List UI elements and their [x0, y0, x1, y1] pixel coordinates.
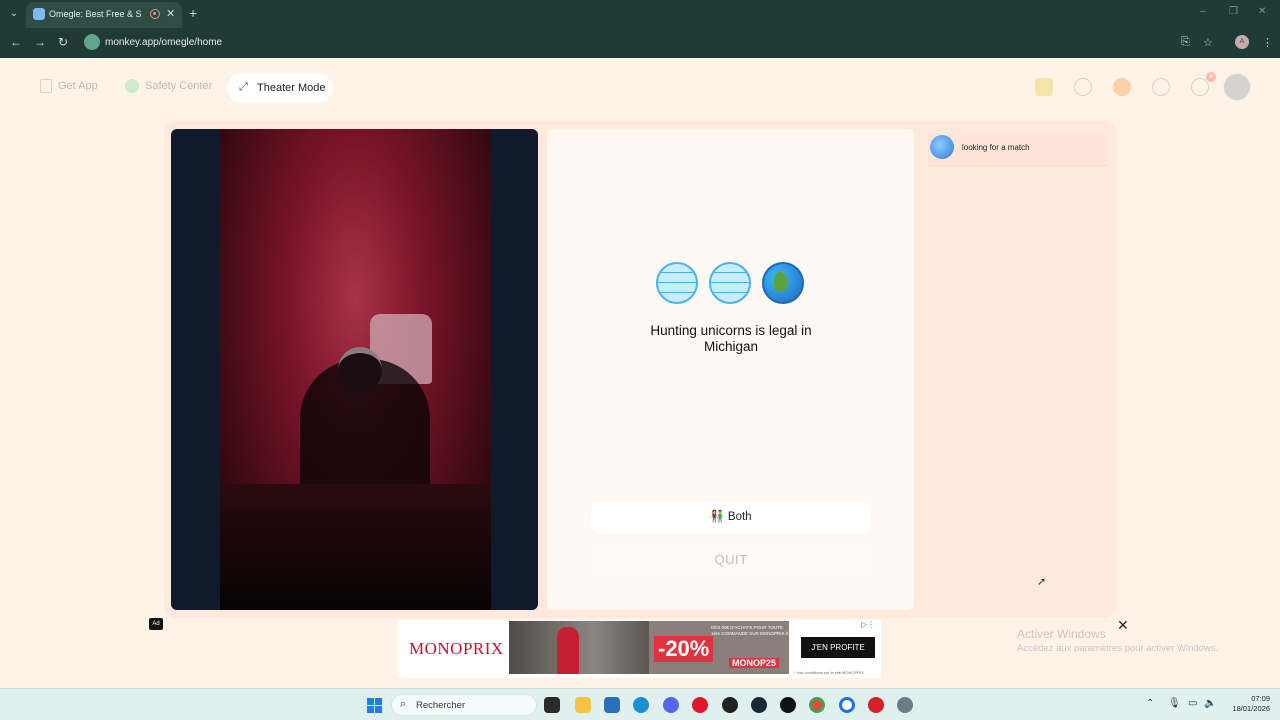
app-icon[interactable]	[722, 697, 738, 713]
quit-button[interactable]: QUIT	[591, 543, 871, 577]
translate-icon[interactable]: ⎘	[1181, 36, 1190, 49]
safety-center-label: Safety Center	[145, 79, 213, 92]
ad-label: Ad	[149, 618, 163, 630]
browser-tab-bar: ⌄ Omegle: Best Free & Safe V ✕ + – ❐ ✕	[0, 0, 1280, 28]
camera-feed	[220, 129, 491, 610]
globe-icons	[656, 262, 806, 306]
desk-shadow	[220, 484, 491, 610]
mouse-cursor-icon: ➚	[1037, 576, 1047, 588]
opera-icon[interactable]	[692, 697, 708, 713]
gender-filter-button[interactable]: 👫 Both	[591, 502, 871, 533]
discord-icon[interactable]	[663, 697, 679, 713]
globe-icon	[656, 262, 698, 304]
messages-icon[interactable]	[1191, 78, 1209, 96]
recording-icon	[150, 9, 160, 19]
chat-status-text: looking for a match	[962, 143, 1030, 152]
profile-avatar[interactable]: A	[1235, 35, 1249, 49]
theater-mode-label: Theater Mode	[257, 82, 326, 94]
favicon-icon	[33, 8, 45, 20]
activate-windows-title: Activer Windows	[1017, 627, 1106, 641]
chat-panel: looking for a match	[922, 129, 1110, 610]
windows-taskbar: ⌕ Rechercher ⌃ 🎙 ▭ 🔈 07:09 18/01/2026	[0, 688, 1280, 720]
forward-icon[interactable]: →	[34, 35, 46, 49]
get-app-label: Get App	[58, 79, 98, 92]
ad-choices-icon[interactable]: ▷⋮	[861, 620, 875, 629]
ad-banner[interactable]: MONOPRIX -20% DÈS 60€ D'ACHATS POUR TOUT…	[398, 620, 881, 678]
ad-offer-text: DÈS 60€ D'ACHATS POUR TOUTE 1ère COMMAND…	[711, 625, 789, 636]
new-tab-button[interactable]: +	[189, 5, 197, 21]
ad-discount: -20%	[654, 636, 714, 662]
outlook-icon[interactable]	[633, 697, 649, 713]
search-icon: ⌕	[400, 698, 407, 710]
clock-time: 07:09	[1251, 694, 1270, 703]
notification-badge: 4	[1206, 72, 1216, 82]
taskbar-search[interactable]: ⌕ Rechercher	[391, 694, 537, 716]
back-icon[interactable]: ←	[10, 35, 22, 49]
earth-icon	[762, 262, 804, 304]
tab-search-icon[interactable]: ⌄	[6, 6, 22, 22]
flame-icon[interactable]	[1113, 78, 1131, 96]
site-info-icon[interactable]	[84, 34, 100, 50]
tab-title: Omegle: Best Free & Safe V	[49, 9, 141, 19]
fun-fact-text: Hunting unicorns is legal in Michigan	[650, 323, 812, 354]
taskbar-clock[interactable]: 07:09 18/01/2026	[1226, 694, 1270, 714]
monkey-logo-icon	[930, 135, 954, 159]
url-field[interactable]: monkey.app/omegle/home	[105, 37, 222, 48]
settings-icon[interactable]	[897, 697, 913, 713]
taskbar-search-label: Rechercher	[416, 700, 466, 711]
chatgpt-icon[interactable]	[780, 697, 796, 713]
menu-kebab-icon[interactable]: ⋮	[1262, 36, 1273, 49]
microphone-icon[interactable]: 🎙	[1168, 698, 1181, 709]
shield-icon	[125, 79, 139, 93]
chrome-beta-icon[interactable]	[839, 697, 855, 713]
tab-close-icon[interactable]: ✕	[166, 7, 175, 20]
person-head	[338, 347, 382, 393]
ad-cta-button[interactable]: J'EN PROFITE	[801, 637, 875, 658]
steam-icon[interactable]	[751, 697, 767, 713]
clock-date: 18/01/2026	[1232, 704, 1270, 713]
chrome-icon[interactable]	[809, 697, 825, 713]
theater-mode-button[interactable]: ⤢ Theater Mode	[227, 73, 332, 103]
ad-fine-print: * Voir conditions sur le site MONOPRIX	[794, 670, 864, 675]
store-icon[interactable]	[1035, 78, 1053, 96]
file-explorer-icon[interactable]	[575, 697, 591, 713]
task-view-icon[interactable]	[544, 697, 560, 713]
network-icon[interactable]: ▭	[1188, 698, 1197, 709]
ad-photo	[509, 621, 649, 674]
address-bar: ← → ↻ monkey.app/omegle/home ⎘ ☆ A ⋮	[0, 28, 1280, 58]
maximize-button[interactable]: ❐	[1229, 6, 1238, 17]
recorder-icon[interactable]	[868, 697, 884, 713]
volume-icon[interactable]: 🔈	[1204, 698, 1216, 709]
close-window-button[interactable]: ✕	[1258, 6, 1266, 17]
activate-windows-subtitle: Accédez aux paramètres pour activer Wind…	[1017, 643, 1219, 654]
reload-icon[interactable]: ↻	[58, 35, 68, 49]
browser-tab[interactable]: Omegle: Best Free & Safe V ✕	[26, 2, 182, 28]
match-card: Hunting unicorns is legal in Michigan 👫 …	[547, 129, 914, 610]
chat-status-row: looking for a match	[928, 133, 1108, 166]
tray-chevron-icon[interactable]: ⌃	[1146, 698, 1154, 709]
store-app-icon[interactable]	[604, 697, 620, 713]
ad-promo-code: MONOP25	[729, 658, 780, 668]
ad-brand: MONOPRIX	[409, 639, 504, 658]
expand-icon: ⤢	[239, 81, 248, 93]
user-avatar[interactable]	[1223, 73, 1251, 101]
history-icon[interactable]	[1152, 78, 1170, 96]
start-button-icon[interactable]	[367, 698, 382, 713]
search-icon[interactable]	[1074, 78, 1092, 96]
globe-icon	[709, 262, 751, 304]
safety-center-link[interactable]: Safety Center	[125, 79, 212, 97]
ad-close-icon[interactable]: ✕	[1117, 617, 1129, 634]
phone-icon	[40, 79, 52, 93]
self-video	[171, 129, 538, 610]
get-app-link[interactable]: Get App	[40, 79, 98, 97]
bookmark-star-icon[interactable]: ☆	[1203, 36, 1213, 49]
ad-model	[557, 627, 579, 674]
minimize-button[interactable]: –	[1200, 6, 1206, 17]
